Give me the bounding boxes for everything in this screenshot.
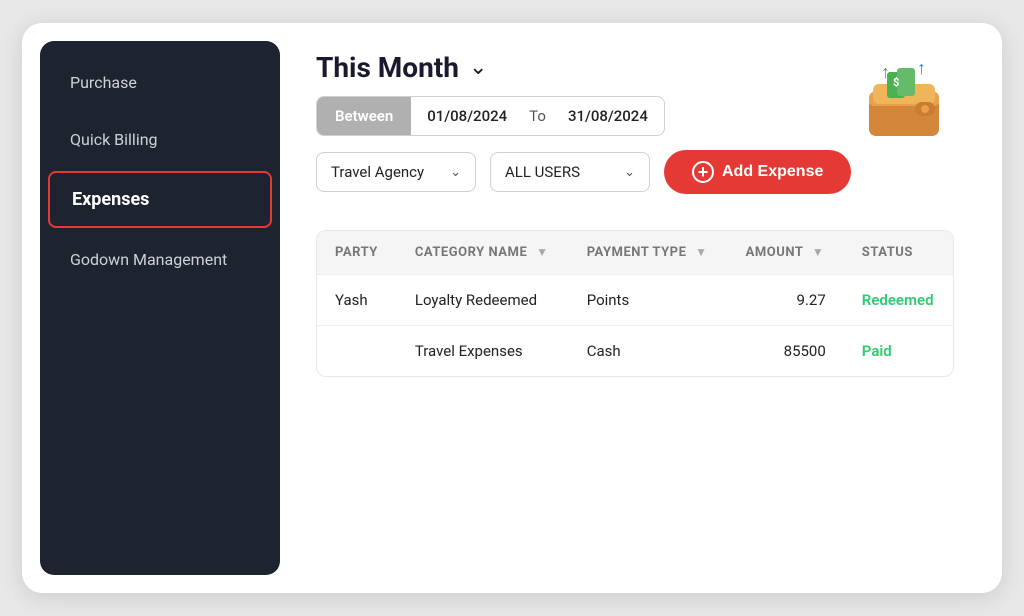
category-filter-icon[interactable]: ▼: [536, 245, 548, 259]
col-category: CATEGORY NAME ▼: [397, 231, 569, 275]
header-left: This Month ⌄ Between 01/08/2024 To 31/08…: [316, 51, 851, 194]
table-header: PARTY CATEGORY NAME ▼ PAYMENT TYPE ▼ AMO…: [317, 231, 953, 275]
col-payment-type: PAYMENT TYPE ▼: [569, 231, 728, 275]
table-body: YashLoyalty RedeemedPoints9.27RedeemedTr…: [317, 275, 953, 377]
svg-text:↑: ↑: [917, 58, 926, 79]
expenses-table-container: PARTY CATEGORY NAME ▼ PAYMENT TYPE ▼ AMO…: [316, 230, 954, 377]
add-expense-label: Add Expense: [722, 163, 823, 181]
table-row: Travel ExpensesCash85500Paid: [317, 326, 953, 377]
month-dropdown-icon[interactable]: ⌄: [469, 55, 487, 80]
page-title: This Month: [316, 51, 459, 84]
users-label: ALL USERS: [505, 163, 580, 181]
col-amount: AMOUNT ▼: [728, 231, 844, 275]
category-dropdown[interactable]: Travel Agency ⌄: [316, 152, 476, 192]
cell-amount-1: 85500: [728, 326, 844, 377]
filters-row: Travel Agency ⌄ ALL USERS ⌄ + Add Expens…: [316, 150, 851, 194]
between-label: Between: [317, 97, 411, 135]
sidebar-item-expenses[interactable]: Expenses: [48, 171, 272, 228]
col-status: STATUS: [844, 231, 953, 275]
date-to-value[interactable]: 31/08/2024: [552, 97, 664, 135]
wallet-icon-area: $ ↑ ↑: [854, 51, 954, 151]
cell-status-1: Paid: [844, 326, 953, 377]
date-range-bar: Between 01/08/2024 To 31/08/2024: [316, 96, 665, 136]
category-chevron-icon: ⌄: [450, 165, 461, 180]
svg-text:↑: ↑: [881, 62, 890, 83]
sidebar-item-quick-billing[interactable]: Quick Billing: [48, 114, 272, 165]
cell-payment-1: Cash: [569, 326, 728, 377]
table-row: YashLoyalty RedeemedPoints9.27Redeemed: [317, 275, 953, 326]
cell-payment-0: Points: [569, 275, 728, 326]
header-row: This Month ⌄ Between 01/08/2024 To 31/08…: [316, 51, 954, 194]
cell-party-0: Yash: [317, 275, 397, 326]
main-card: Purchase Quick Billing Expenses Godown Mana…: [22, 23, 1002, 593]
sidebar-item-purchase[interactable]: Purchase: [48, 57, 272, 108]
sidebar-item-godown-management[interactable]: Godown Management: [48, 234, 272, 285]
title-row: This Month ⌄: [316, 51, 851, 84]
wallet-icon: $ ↑ ↑: [859, 56, 949, 146]
cell-status-0: Redeemed: [844, 275, 953, 326]
plus-circle-icon: +: [692, 161, 714, 183]
category-label: Travel Agency: [331, 163, 424, 181]
col-party: PARTY: [317, 231, 397, 275]
date-to-label: To: [523, 97, 552, 135]
svg-text:$: $: [893, 76, 899, 89]
date-from-value[interactable]: 01/08/2024: [411, 97, 523, 135]
cell-category-1: Travel Expenses: [397, 326, 569, 377]
sidebar: Purchase Quick Billing Expenses Godown Mana…: [40, 41, 280, 575]
users-dropdown[interactable]: ALL USERS ⌄: [490, 152, 650, 192]
amount-filter-icon[interactable]: ▼: [812, 245, 824, 259]
payment-filter-icon[interactable]: ▼: [695, 245, 707, 259]
main-content: This Month ⌄ Between 01/08/2024 To 31/08…: [280, 41, 984, 575]
expenses-table: PARTY CATEGORY NAME ▼ PAYMENT TYPE ▼ AMO…: [317, 231, 953, 376]
users-chevron-icon: ⌄: [624, 165, 635, 180]
cell-amount-0: 9.27: [728, 275, 844, 326]
cell-category-0: Loyalty Redeemed: [397, 275, 569, 326]
add-expense-button[interactable]: + Add Expense: [664, 150, 851, 194]
cell-party-1: [317, 326, 397, 377]
